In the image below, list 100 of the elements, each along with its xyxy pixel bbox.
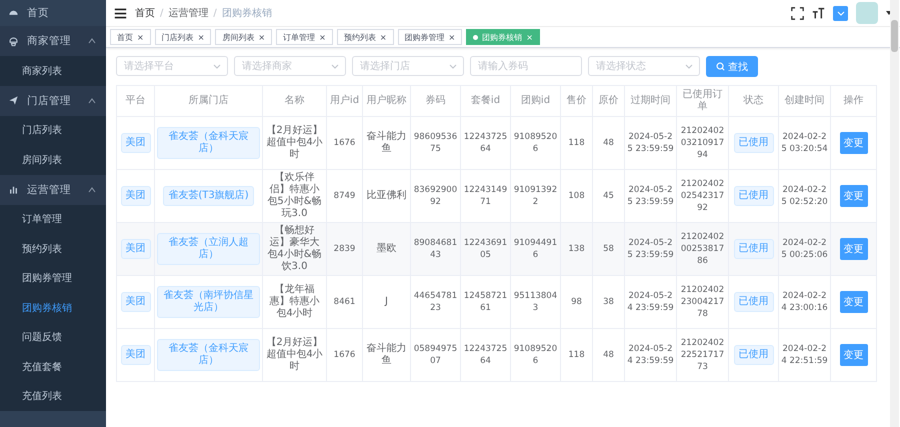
column-header: 过期时间 [624,86,676,116]
table-cell: 【龙年福惠】特惠小包4小时 [262,276,326,328]
store-tag: 雀友荟(T3旗舰店) [163,186,254,206]
table-cell: 138 [560,222,592,276]
table-cell: 910944916 [510,222,560,276]
table-cell: 212024020025381786 [676,222,728,276]
person-icon [8,36,19,46]
select-field[interactable]: 请选择平台 [116,56,228,76]
sidebar-item[interactable]: 团购券管理 [0,264,106,293]
table-cell: 8908468143 [410,222,460,276]
select-field[interactable]: 请选择门店 [352,56,464,76]
sidebar-item[interactable]: 门店列表 [0,116,106,145]
column-header: 状态 [728,86,778,116]
platform-tag: 美团 [120,292,150,312]
status-tag: 已使用 [734,239,774,259]
table-cell: 212024022252171773 [676,328,728,382]
fullscreen-icon[interactable] [791,6,804,20]
paper-plane-icon [8,95,19,106]
breadcrumb-item: 团购券核销 [222,6,272,20]
page-tab[interactable]: 房间列表 × [215,29,272,45]
table-cell: 1224369105 [460,222,510,276]
sidebar-item[interactable]: 团购券核销 [0,293,106,322]
sidebar-item[interactable]: 问题反馈 [0,322,106,352]
sidebar-group[interactable]: 商家管理 [0,26,106,56]
chevron-icon [685,62,693,70]
breadcrumb-item[interactable]: 运营管理 [168,6,208,20]
table-cell: 2024-02-25 00:25:06 [778,222,830,276]
chevron-icon [88,186,96,194]
close-icon[interactable]: × [319,32,326,42]
store-tag: 雀友荟（金科天宸店） [157,339,260,371]
table-cell: 1676 [326,328,362,382]
column-header: 团购id [510,86,560,116]
page-tab[interactable]: 预约列表 × [336,29,394,45]
table-cell: 1224372564 [460,328,510,382]
close-icon[interactable]: × [448,32,456,42]
sidebar-item[interactable]: 充值列表 [0,382,106,411]
column-header: 用户昵称 [362,86,410,116]
table-cell: 【畅想好运】豪华大包4小时&畅饮3.0 [262,222,326,276]
column-header: 券码 [410,86,460,116]
column-header: 套餐id [460,86,510,116]
sidebar-group[interactable]: 首页 [0,0,106,26]
table-cell: 212024020321091794 [676,116,728,170]
chevron-icon [449,62,457,70]
table-cell: 910895206 [510,328,560,382]
table-cell: 951138043 [510,276,560,328]
table-cell: 0589497507 [410,328,460,382]
table-cell: 【2月好运】超值中包4小时 [262,328,326,382]
scrollbar[interactable] [890,0,899,427]
sidebar-item[interactable]: 房间列表 [0,145,106,174]
table-cell: 98 [560,276,592,328]
close-icon[interactable]: × [380,32,387,42]
table-cell: 910895206 [510,116,560,170]
sidebar-item[interactable]: 商家列表 [0,56,106,86]
select-field[interactable]: 请选择状态 [588,56,700,76]
page-tab[interactable]: 订单管理 × [276,29,333,45]
store-tag: 雀友荟（南坪协信星光店） [157,286,260,318]
menu-icon[interactable] [114,6,127,20]
sidebar-group[interactable]: 门店管理 [0,86,106,116]
sidebar-item[interactable]: 充值套餐 [0,352,106,382]
chevron-icon [213,62,221,70]
select-field[interactable]: 请选择商家 [234,56,346,76]
table-cell: 1245872161 [460,276,510,328]
sidebar-item[interactable]: 预约列表 [0,234,106,264]
platform-tag: 美团 [120,133,150,153]
column-header: 售价 [560,86,592,116]
store-tag: 雀友荟（立润人超店） [157,233,260,265]
table-cell: 2024-02-25 03:20:54 [778,116,830,170]
table-cell: 48 [592,328,624,382]
column-header: 已使用订单 [676,86,728,116]
column-header: 名称 [262,86,326,116]
column-header: 操作 [830,86,876,116]
column-header: 原价 [592,86,624,116]
font-size-icon[interactable] [812,6,825,20]
close-icon[interactable]: × [137,32,144,42]
platform-tag: 美团 [120,239,150,259]
dropdown-toggle[interactable] [833,6,848,20]
table-cell: 38 [592,276,624,328]
sidebar-group[interactable]: 运营管理 [0,174,106,204]
platform-tag: 美团 [120,345,150,365]
table-cell: 9860953675 [410,116,460,170]
close-icon[interactable]: × [198,32,204,42]
input-field[interactable]: 请输入券码 [470,56,582,76]
table-cell: 2024-05-25 23:59:59 [624,222,676,276]
table-cell: 墨欧 [362,222,410,276]
table-cell: 1676 [326,116,362,170]
table-cell: 8461 [326,276,362,328]
table-cell: 118 [560,116,592,170]
table-cell: 奋斗能力鱼 [362,116,410,170]
breadcrumb-item[interactable]: 首页 [135,6,155,20]
chevron-icon [88,96,96,104]
page-tab[interactable]: 首页 × [110,29,151,45]
page-tab[interactable]: 团购券管理 × [398,29,462,45]
sidebar-item[interactable]: 订单管理 [0,204,106,234]
table-cell: 4465478123 [410,276,460,328]
chevron-icon [331,62,339,70]
status-tag: 已使用 [734,345,774,365]
table-cell: 212024022300421778 [676,276,728,328]
table-cell: 118 [560,328,592,382]
close-icon[interactable]: × [258,32,266,42]
page-tab[interactable]: 门店列表 × [154,29,212,45]
